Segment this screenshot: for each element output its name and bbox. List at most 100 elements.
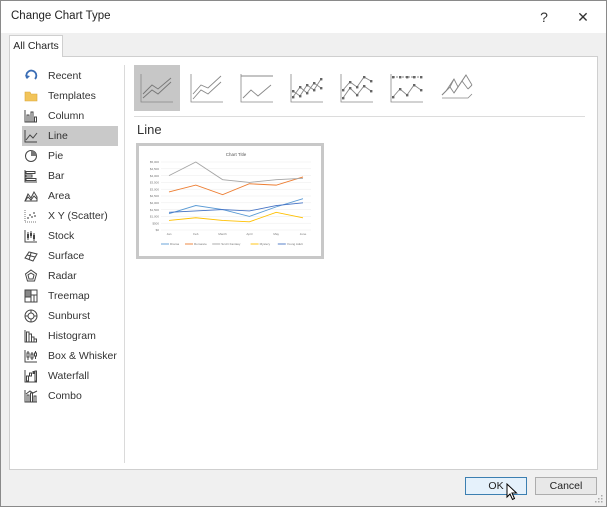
- sidebar-item-label: X Y (Scatter): [48, 210, 108, 222]
- 100-stacked-line-icon: [240, 74, 273, 103]
- preview-x-tick: March: [218, 232, 227, 236]
- 100-stacked-line-with-markers-icon: [390, 74, 423, 103]
- sidebar-item-label: Treemap: [48, 290, 90, 302]
- preview-y-tick: $4,500: [150, 167, 160, 171]
- preview-legend-label: Young Adult: [287, 242, 303, 246]
- stacked-line-icon: [190, 74, 223, 103]
- preview-chart: Chart Title $0 $500 $1,000 $1,500 $2,000 $2,50…: [150, 152, 311, 246]
- preview-legend-label: Drama: [170, 242, 179, 246]
- cancel-button[interactable]: Cancel: [535, 477, 597, 495]
- preview-x-tick: May: [273, 232, 279, 236]
- tab-all-charts[interactable]: All Charts: [9, 35, 63, 57]
- sidebar-item-label: Waterfall: [48, 370, 90, 382]
- sidebar-item-column[interactable]: Column: [22, 106, 118, 126]
- preview-y-tick: $4,000: [150, 174, 160, 178]
- preview-y-tick: $3,000: [150, 187, 160, 191]
- sidebar-item-xy-scatter[interactable]: X Y (Scatter): [22, 206, 118, 226]
- subtype-100-stacked-line[interactable]: [234, 65, 280, 111]
- bar-chart-icon: [24, 170, 37, 183]
- chart-type-list: Recent Templates Column Line Pie Bar Are…: [22, 66, 118, 406]
- preview-x-tick: June: [300, 232, 307, 236]
- subtype-line-with-markers[interactable]: [284, 65, 330, 111]
- sidebar-item-recent[interactable]: Recent: [22, 66, 118, 86]
- sidebar-item-stock[interactable]: Stock: [22, 226, 118, 246]
- sidebar-item-treemap[interactable]: Treemap: [22, 286, 118, 306]
- preview-legend-label: Sci-Fi Fantasy: [221, 242, 241, 246]
- column-chart-icon: [24, 110, 37, 123]
- line-icon: [140, 74, 173, 103]
- sidebar-item-label: Area: [48, 190, 71, 202]
- preview-y-tick: $1,500: [150, 208, 160, 212]
- sidebar-item-label: Sunburst: [48, 310, 91, 322]
- sidebar-item-label: Line: [48, 130, 68, 142]
- preview-x-tick: April: [246, 232, 252, 236]
- subtype-100-stacked-line-with-markers[interactable]: [384, 65, 430, 111]
- radar-chart-icon: [24, 269, 38, 282]
- combo-chart-icon: [24, 390, 38, 403]
- box-whisker-chart-icon: [24, 350, 37, 363]
- preview-y-tick: $3,500: [150, 181, 160, 185]
- sidebar-item-label: Bar: [48, 170, 65, 182]
- sidebar-item-histogram[interactable]: Histogram: [22, 326, 118, 346]
- subtype-line[interactable]: [134, 65, 180, 111]
- sidebar-item-sunburst[interactable]: Sunburst: [22, 306, 118, 326]
- area-chart-icon: [24, 190, 38, 202]
- dialog-title: Change Chart Type: [11, 10, 111, 22]
- line-with-markers-icon: [290, 74, 323, 103]
- preview-chart-title: Chart Title: [226, 152, 247, 157]
- sunburst-chart-icon: [24, 309, 38, 323]
- sidebar-item-surface[interactable]: Surface: [22, 246, 118, 266]
- waterfall-chart-icon: [24, 370, 37, 383]
- treemap-chart-icon: [24, 289, 38, 303]
- preview-legend-label: Mystery: [260, 242, 271, 246]
- sidebar-item-waterfall[interactable]: Waterfall: [22, 366, 118, 386]
- sidebar-item-area[interactable]: Area: [22, 186, 118, 206]
- sidebar-item-label: Pie: [48, 150, 64, 162]
- sidebar-item-box-whisker[interactable]: Box & Whisker: [22, 346, 118, 366]
- preview-series-line: [168, 161, 304, 183]
- sidebar-item-combo[interactable]: Combo: [22, 386, 118, 406]
- preview-y-tick: $1,000: [150, 215, 160, 219]
- preview-y-tick: $5,000: [150, 160, 160, 164]
- sidebar-item-label: Box & Whisker: [48, 350, 117, 362]
- preview-series-line: [168, 211, 304, 223]
- pie-chart-icon: [25, 150, 37, 162]
- chart-preview[interactable]: Chart Title $0 $500 $1,000 $1,500 $2,000 $2,50…: [136, 143, 324, 259]
- sidebar-item-label: Surface: [48, 250, 85, 262]
- preview-y-tick: $0: [156, 228, 160, 232]
- section-title: Line: [137, 122, 162, 137]
- sidebar-item-bar[interactable]: Bar: [22, 166, 118, 186]
- sidebar-item-label: Histogram: [48, 330, 96, 342]
- mouse-cursor-icon: [506, 483, 518, 501]
- sidebar-item-radar[interactable]: Radar: [22, 266, 118, 286]
- preview-y-tick: $500: [152, 221, 159, 225]
- preview-y-tick: $2,500: [150, 194, 160, 198]
- sidebar-item-label: Recent: [48, 70, 82, 82]
- close-button[interactable]: ✕: [568, 5, 598, 29]
- sidebar-item-label: Column: [48, 110, 85, 122]
- subtype-stacked-line[interactable]: [184, 65, 230, 111]
- 3d-line-icon: [441, 74, 473, 99]
- sidebar-item-line[interactable]: Line: [22, 126, 118, 146]
- preview-y-tick: $2,000: [150, 201, 160, 205]
- gallery-divider: [134, 116, 585, 117]
- sidebar-divider: [124, 65, 125, 463]
- change-chart-type-dialog: Change Chart Type ? ✕ All Charts Recent …: [0, 0, 607, 507]
- sidebar-item-label: Templates: [48, 90, 96, 102]
- sidebar-item-templates[interactable]: Templates: [22, 86, 118, 106]
- preview-x-tick: Feb: [193, 232, 199, 236]
- folder-icon: [24, 91, 38, 102]
- title-bar: Change Chart Type ? ✕: [1, 1, 606, 33]
- line-chart-icon: [24, 130, 38, 143]
- help-button[interactable]: ?: [529, 5, 559, 29]
- surface-chart-icon: [24, 251, 38, 262]
- sidebar-item-label: Stock: [48, 230, 75, 242]
- chart-panel: Recent Templates Column Line Pie Bar Are…: [9, 56, 598, 470]
- resize-grip-icon[interactable]: [595, 495, 603, 503]
- recent-icon: [25, 69, 38, 80]
- subtype-3d-line[interactable]: [434, 65, 480, 111]
- sidebar-item-pie[interactable]: Pie: [22, 146, 118, 166]
- subtype-stacked-line-with-markers[interactable]: [334, 65, 380, 111]
- stock-chart-icon: [24, 230, 37, 243]
- scatter-chart-icon: [24, 210, 37, 223]
